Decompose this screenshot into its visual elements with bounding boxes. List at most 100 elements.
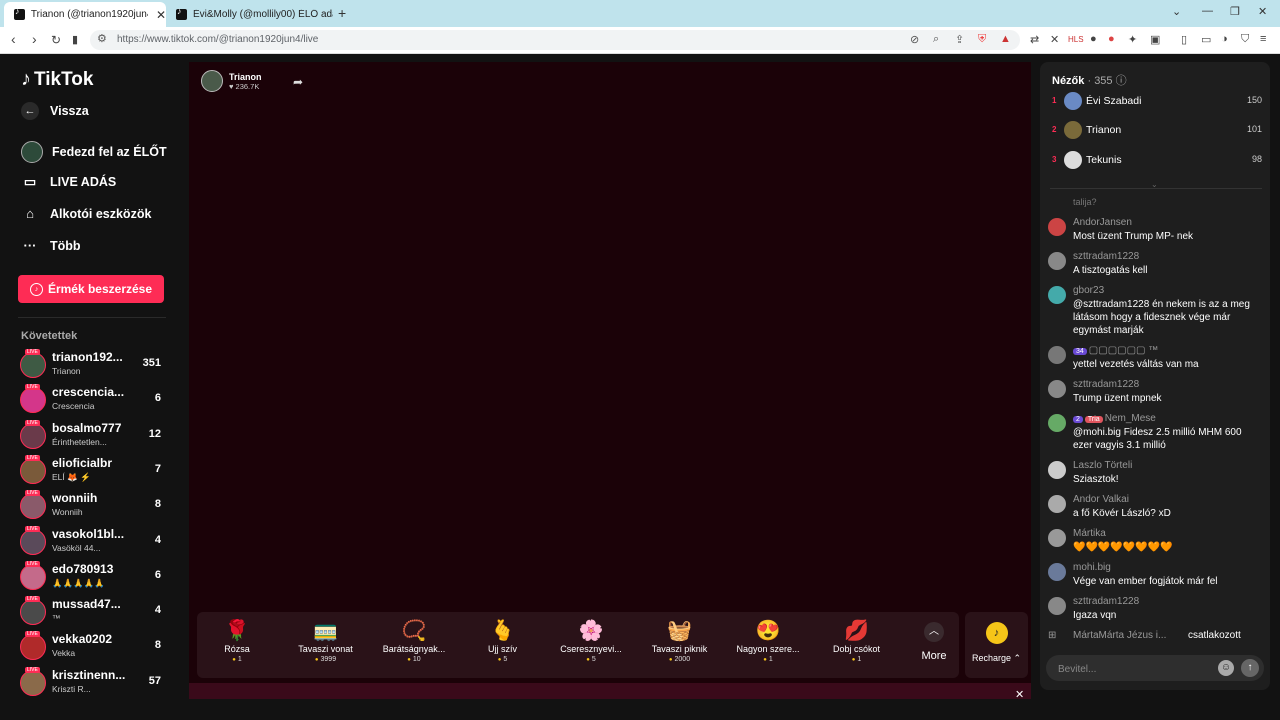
restore-icon[interactable]: ❐ [1230,5,1240,18]
close-tab-icon[interactable]: ✕ [156,8,166,22]
following-item[interactable]: LIVE elioficialbr ELÍ 🦊 ⚡ 7 [20,454,165,489]
following-item[interactable]: LIVE trianon192... Trianon 351 [20,349,165,383]
viewers-header[interactable]: Nézők · 355 ⓘ [1052,72,1127,88]
chat-username[interactable]: Laszlo Törteli [1073,460,1132,471]
video-player[interactable]: Trianon ♥ 236.7K ➦ 🌹 Rózsa 1 🚃 Tavaszi vonat… [189,62,1031,688]
avatar[interactable] [20,563,46,590]
following-item[interactable]: LIVE krisztinenn... Kriszti R... 57 [20,666,165,701]
avatar[interactable] [20,599,46,626]
chat-username[interactable]: 34 ▢▢▢▢▢▢ ™ [1073,345,1158,356]
extension-icon[interactable]: ✕ [1050,33,1059,46]
shield-icon[interactable]: ⛉ [1241,33,1249,46]
chat-username[interactable]: 2 Tria Nem_Mese [1073,413,1156,424]
shield-icon[interactable]: ⛨ [978,33,986,46]
avatar[interactable] [1048,563,1066,581]
screenshot-icon[interactable]: ▣ [1150,33,1160,46]
gift-item[interactable]: 🚃 Tavaszi vonat 3999 [286,612,366,678]
address-bar[interactable]: ⚙ https://www.tiktok.com/@trianon1920jun… [90,30,1020,50]
tiktok-logo[interactable]: ♪ TikTok [21,68,93,91]
chat-username[interactable]: Andor Valkai [1073,494,1129,505]
following-item[interactable]: LIVE crescencia... Crescencia 6 [20,384,165,418]
following-item[interactable]: LIVE vasokol1bl... Vasököl 44... 4 [20,525,165,560]
avatar[interactable] [20,634,46,661]
avatar[interactable] [20,493,46,520]
translate-icon[interactable]: ⇄ [1030,33,1039,46]
site-info-icon[interactable]: ⚙ [97,32,107,45]
live-nav-item[interactable]: ▭ LIVE ADÁS [21,174,116,190]
minimize-icon[interactable]: — [1202,5,1213,17]
share-arrow-icon[interactable]: ➦ [293,75,303,89]
avatar[interactable] [20,422,46,449]
gift-item[interactable]: 🧺 Tavaszi piknik 2000 [640,612,720,678]
help-icon[interactable]: ⓘ [1116,75,1127,87]
avatar[interactable] [1048,597,1066,615]
mute-icon[interactable]: ⊘ [910,33,919,46]
recharge-button[interactable]: ♪ Recharge ⌃ [965,612,1028,678]
chat-username[interactable]: szttradam1228 [1073,251,1139,262]
more-gifts-button[interactable]: ︿ More [909,622,959,662]
avatar[interactable] [1048,218,1066,236]
following-item[interactable]: LIVE edo780913 🙏🙏🙏🙏🙏 6 [20,560,165,595]
new-tab-icon[interactable]: + [338,5,346,21]
zoom-icon[interactable]: ⌕ [933,33,939,46]
more-nav-item[interactable]: ··· Több [21,238,81,253]
back-icon[interactable]: ‹ [11,31,16,47]
bookmark-icon[interactable]: ▮ [72,33,78,46]
avatar[interactable] [1048,286,1066,304]
close-banner-icon[interactable]: ✕ [1015,688,1024,701]
rewards-icon[interactable]: ▲ [1000,33,1011,45]
send-icon[interactable]: ↑ [1241,659,1259,677]
following-item[interactable]: LIVE wonniih Wonniih 8 [20,490,165,524]
share-icon[interactable]: ⇪ [955,33,964,46]
avatar[interactable] [20,669,46,696]
sidebar-icon[interactable]: ▯ [1181,33,1187,46]
gift-item[interactable]: 😍 Nagyon szere... 1 [728,612,808,678]
avatar[interactable] [20,528,46,555]
following-item[interactable]: LIVE mussad47... ™ 4 [20,596,165,630]
extension-icon[interactable]: ● [1090,33,1097,45]
host-info[interactable]: Trianon ♥ 236.7K [201,70,262,92]
browser-tab[interactable]: Évi&Molly (@mollily00) ÉLŐ adásban [166,2,334,27]
avatar[interactable] [1048,529,1066,547]
avatar[interactable] [1048,346,1066,364]
back-nav-item[interactable]: ← Vissza [21,102,89,120]
tab-search-icon[interactable]: ⌄ [1172,5,1181,18]
chat-username[interactable]: mohi.big [1073,562,1111,573]
chat-input-box[interactable]: ☺ ↑ [1046,655,1264,681]
avatar[interactable] [1048,380,1066,398]
gift-item[interactable]: 🌸 Cseresznyevi... 5 [551,612,631,678]
avatar[interactable] [20,352,46,378]
reload-icon[interactable]: ↻ [51,33,61,47]
avatar[interactable] [1048,414,1066,432]
gift-item[interactable]: 📿 Barátságnyak... 10 [374,612,454,678]
following-item[interactable]: LIVE bosalmo777 Érinthetetlen... 12 [20,419,165,454]
avatar[interactable] [1048,495,1066,513]
emoji-icon[interactable]: ☺ [1218,660,1234,676]
top-viewer-row[interactable]: 2 Trianon 101 [1052,120,1262,142]
chat-username[interactable]: Mártika [1073,528,1106,539]
chat-username[interactable]: szttradam1228 [1073,379,1139,390]
wallet-icon[interactable]: ▭ [1201,33,1211,46]
puzzle-icon[interactable]: ✦ [1128,33,1137,46]
avatar[interactable] [20,387,46,414]
following-item[interactable]: LIVE vekka0202 Vekka 8 [20,631,165,665]
creator-tools-nav-item[interactable]: ⌂ Alkotói eszközök [21,206,151,221]
avatar[interactable] [1048,252,1066,270]
extension-icon[interactable]: HLS [1068,35,1084,44]
chat-username[interactable]: gbor23 [1073,285,1104,296]
close-window-icon[interactable]: ✕ [1258,5,1267,18]
top-viewer-row[interactable]: 1 Évi Szabadi 150 [1052,91,1262,113]
vpn-icon[interactable]: ◑ [1221,33,1228,45]
extension-icon[interactable]: ● [1108,33,1115,45]
promo-banner[interactable] [189,683,1031,699]
host-avatar[interactable] [201,70,223,92]
forward-icon[interactable]: › [32,31,37,47]
top-viewer-row[interactable]: 3 Tekunis 98 [1052,150,1262,172]
menu-icon[interactable]: ≡ [1260,33,1266,45]
buy-coins-button[interactable]: ♪ Érmék beszerzése [18,275,164,303]
chat-input[interactable] [1056,660,1220,678]
chat-username[interactable]: szttradam1228 [1073,596,1139,607]
explore-live-nav-item[interactable]: Fedezd fel az ÉLŐT [21,141,167,163]
avatar[interactable] [1048,461,1066,479]
gift-item[interactable]: 🫰 Ujj szív 5 [463,612,543,678]
